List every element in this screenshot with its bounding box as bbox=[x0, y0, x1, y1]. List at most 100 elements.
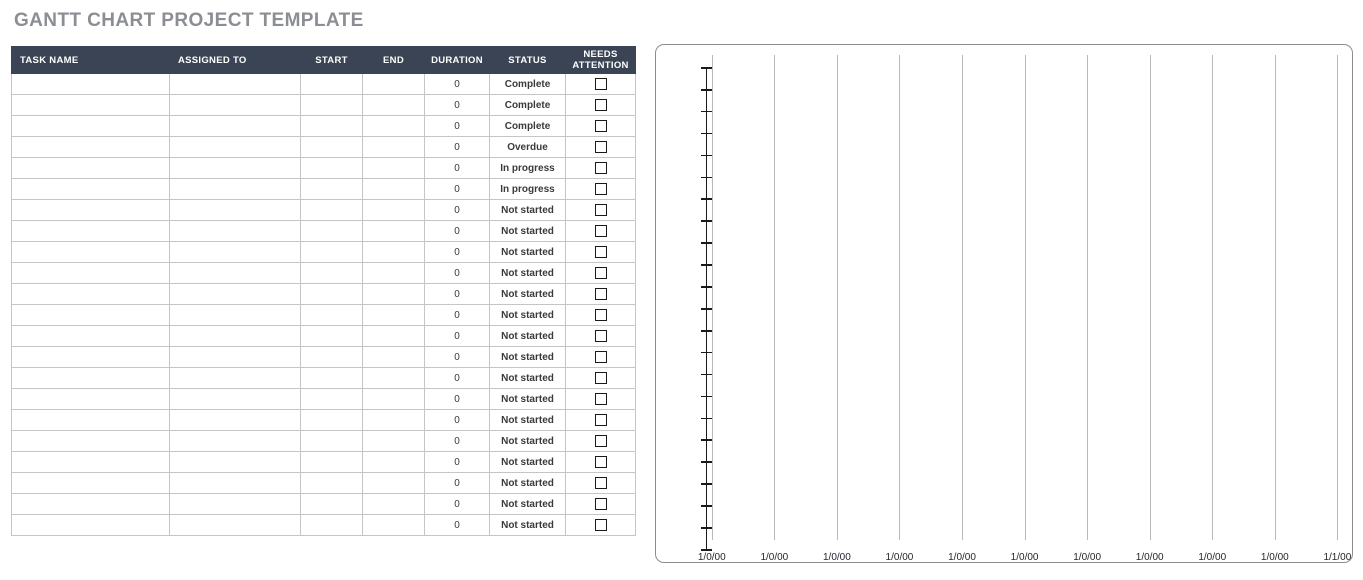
cell-needs-attention[interactable] bbox=[566, 179, 636, 200]
cell-duration[interactable]: 0 bbox=[425, 494, 490, 515]
cell-end[interactable] bbox=[363, 305, 425, 326]
cell-task-name[interactable] bbox=[12, 116, 170, 137]
cell-task-name[interactable] bbox=[12, 347, 170, 368]
cell-task-name[interactable] bbox=[12, 74, 170, 95]
cell-task-name[interactable] bbox=[12, 452, 170, 473]
cell-needs-attention[interactable] bbox=[566, 221, 636, 242]
cell-start[interactable] bbox=[301, 263, 363, 284]
cell-status[interactable]: Not started bbox=[490, 452, 566, 473]
checkbox-empty-icon[interactable] bbox=[595, 141, 607, 153]
checkbox-empty-icon[interactable] bbox=[595, 225, 607, 237]
cell-duration[interactable]: 0 bbox=[425, 137, 490, 158]
cell-end[interactable] bbox=[363, 95, 425, 116]
cell-start[interactable] bbox=[301, 158, 363, 179]
cell-assigned-to[interactable] bbox=[170, 326, 301, 347]
cell-needs-attention[interactable] bbox=[566, 347, 636, 368]
checkbox-empty-icon[interactable] bbox=[595, 99, 607, 111]
cell-end[interactable] bbox=[363, 452, 425, 473]
cell-duration[interactable]: 0 bbox=[425, 347, 490, 368]
cell-assigned-to[interactable] bbox=[170, 74, 301, 95]
cell-needs-attention[interactable] bbox=[566, 284, 636, 305]
cell-needs-attention[interactable] bbox=[566, 410, 636, 431]
cell-start[interactable] bbox=[301, 515, 363, 536]
cell-status[interactable]: Complete bbox=[490, 116, 566, 137]
cell-needs-attention[interactable] bbox=[566, 389, 636, 410]
checkbox-empty-icon[interactable] bbox=[595, 519, 607, 531]
cell-duration[interactable]: 0 bbox=[425, 515, 490, 536]
cell-needs-attention[interactable] bbox=[566, 158, 636, 179]
cell-status[interactable]: Not started bbox=[490, 410, 566, 431]
cell-task-name[interactable] bbox=[12, 200, 170, 221]
cell-status[interactable]: Not started bbox=[490, 326, 566, 347]
cell-duration[interactable]: 0 bbox=[425, 410, 490, 431]
cell-duration[interactable]: 0 bbox=[425, 305, 490, 326]
cell-status[interactable]: Not started bbox=[490, 515, 566, 536]
checkbox-empty-icon[interactable] bbox=[595, 456, 607, 468]
cell-end[interactable] bbox=[363, 116, 425, 137]
cell-duration[interactable]: 0 bbox=[425, 284, 490, 305]
cell-assigned-to[interactable] bbox=[170, 158, 301, 179]
cell-task-name[interactable] bbox=[12, 389, 170, 410]
cell-start[interactable] bbox=[301, 431, 363, 452]
cell-end[interactable] bbox=[363, 179, 425, 200]
cell-task-name[interactable] bbox=[12, 242, 170, 263]
cell-status[interactable]: Complete bbox=[490, 74, 566, 95]
cell-needs-attention[interactable] bbox=[566, 452, 636, 473]
cell-duration[interactable]: 0 bbox=[425, 200, 490, 221]
cell-assigned-to[interactable] bbox=[170, 284, 301, 305]
cell-needs-attention[interactable] bbox=[566, 74, 636, 95]
cell-assigned-to[interactable] bbox=[170, 116, 301, 137]
cell-needs-attention[interactable] bbox=[566, 95, 636, 116]
cell-task-name[interactable] bbox=[12, 515, 170, 536]
cell-duration[interactable]: 0 bbox=[425, 431, 490, 452]
cell-end[interactable] bbox=[363, 263, 425, 284]
cell-start[interactable] bbox=[301, 284, 363, 305]
cell-start[interactable] bbox=[301, 368, 363, 389]
cell-end[interactable] bbox=[363, 242, 425, 263]
cell-status[interactable]: In progress bbox=[490, 179, 566, 200]
cell-duration[interactable]: 0 bbox=[425, 179, 490, 200]
cell-assigned-to[interactable] bbox=[170, 305, 301, 326]
cell-status[interactable]: Not started bbox=[490, 368, 566, 389]
cell-start[interactable] bbox=[301, 473, 363, 494]
cell-start[interactable] bbox=[301, 389, 363, 410]
checkbox-empty-icon[interactable] bbox=[595, 498, 607, 510]
cell-assigned-to[interactable] bbox=[170, 263, 301, 284]
cell-assigned-to[interactable] bbox=[170, 452, 301, 473]
cell-task-name[interactable] bbox=[12, 326, 170, 347]
cell-needs-attention[interactable] bbox=[566, 326, 636, 347]
checkbox-empty-icon[interactable] bbox=[595, 477, 607, 489]
cell-assigned-to[interactable] bbox=[170, 515, 301, 536]
checkbox-empty-icon[interactable] bbox=[595, 120, 607, 132]
cell-duration[interactable]: 0 bbox=[425, 95, 490, 116]
checkbox-empty-icon[interactable] bbox=[595, 267, 607, 279]
cell-end[interactable] bbox=[363, 221, 425, 242]
cell-status[interactable]: Not started bbox=[490, 221, 566, 242]
checkbox-empty-icon[interactable] bbox=[595, 351, 607, 363]
checkbox-empty-icon[interactable] bbox=[595, 309, 607, 321]
checkbox-empty-icon[interactable] bbox=[595, 162, 607, 174]
cell-task-name[interactable] bbox=[12, 368, 170, 389]
cell-status[interactable]: Not started bbox=[490, 431, 566, 452]
cell-start[interactable] bbox=[301, 179, 363, 200]
cell-assigned-to[interactable] bbox=[170, 410, 301, 431]
checkbox-empty-icon[interactable] bbox=[595, 288, 607, 300]
cell-start[interactable] bbox=[301, 305, 363, 326]
cell-duration[interactable]: 0 bbox=[425, 473, 490, 494]
cell-end[interactable] bbox=[363, 74, 425, 95]
cell-status[interactable]: Not started bbox=[490, 389, 566, 410]
checkbox-empty-icon[interactable] bbox=[595, 183, 607, 195]
cell-end[interactable] bbox=[363, 473, 425, 494]
cell-status[interactable]: Not started bbox=[490, 305, 566, 326]
cell-task-name[interactable] bbox=[12, 137, 170, 158]
cell-assigned-to[interactable] bbox=[170, 179, 301, 200]
checkbox-empty-icon[interactable] bbox=[595, 204, 607, 216]
checkbox-empty-icon[interactable] bbox=[595, 435, 607, 447]
cell-task-name[interactable] bbox=[12, 305, 170, 326]
cell-start[interactable] bbox=[301, 200, 363, 221]
cell-assigned-to[interactable] bbox=[170, 200, 301, 221]
checkbox-empty-icon[interactable] bbox=[595, 393, 607, 405]
cell-task-name[interactable] bbox=[12, 95, 170, 116]
cell-assigned-to[interactable] bbox=[170, 368, 301, 389]
cell-end[interactable] bbox=[363, 494, 425, 515]
